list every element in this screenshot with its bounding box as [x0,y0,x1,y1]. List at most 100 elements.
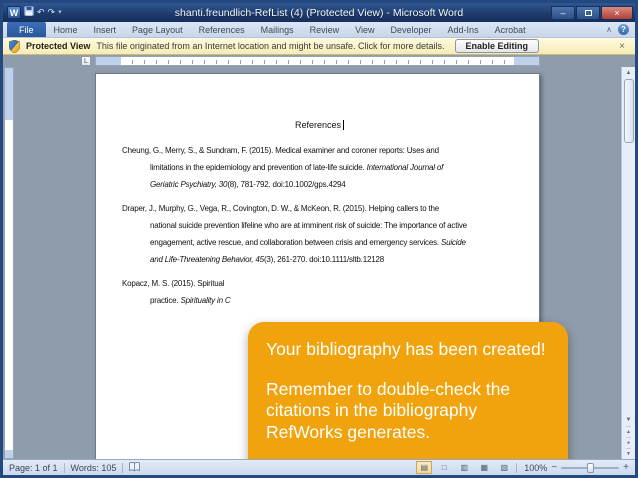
status-separator [122,462,124,473]
zoom-level[interactable]: 100% [521,463,547,473]
tab-add-ins[interactable]: Add-Ins [440,22,487,37]
zoom-slider[interactable] [561,462,620,473]
word-window: W ↶ ↷ ▾ shanti.freundlich-RefList (4) (P… [0,0,638,478]
maximize-icon [584,9,592,16]
tab-home[interactable]: Home [46,22,86,37]
reference-line: and Life-Threatening Behavior, 45(3), 26… [122,251,517,268]
vertical-scrollbar[interactable]: ▲ ▼ ▲ ● ▼ [621,67,635,459]
save-icon[interactable] [24,5,34,20]
reference-line: Draper, J., Murphy, G., Vega, R., Coving… [122,200,517,217]
fullscreen-reading-view-icon[interactable]: □ [436,461,452,474]
heading-text: References [294,120,342,130]
next-page-icon[interactable]: ▼ [625,448,632,459]
message-bar-close-icon[interactable]: × [615,41,629,52]
undo-icon[interactable]: ↶ [37,6,45,19]
tab-acrobat[interactable]: Acrobat [487,22,534,37]
reference-line: engagement, active rescue, and collabora… [122,234,517,251]
reference-line: national suicide prevention lifeline who… [122,217,517,234]
select-browse-object-icon[interactable]: ● [625,437,632,448]
outline-view-icon[interactable]: ▦ [476,461,492,474]
text-cursor [343,120,345,130]
quick-access-toolbar: W ↶ ↷ ▾ [3,5,62,20]
word-count[interactable]: Words: 105 [71,463,117,473]
zoom-slider-thumb[interactable] [587,462,595,473]
ref-text: engagement, active rescue, and collabora… [150,238,441,247]
ref-text-italic: and Life-Threatening Behavior, 45 [150,255,264,264]
tab-insert[interactable]: Insert [86,22,125,37]
horizontal-ruler[interactable] [95,56,540,66]
horizontal-ruler-text-area [121,57,514,65]
tab-references[interactable]: References [191,22,253,37]
ref-text-italic: International Journal of [366,163,444,172]
ref-text-italic: Geriatric Psychiatry, 30 [150,180,228,189]
ref-text: Kopacz, M. S. (2015). Spiritual [122,279,225,288]
ref-text: practice. [150,296,181,305]
window-controls: – × [551,5,635,20]
reference-line: Geriatric Psychiatry, 30(8), 781-792. do… [122,176,517,193]
status-bar-right: ▤ □ ▥ ▦ ▧ 100% − + [416,461,629,474]
zoom-in-icon[interactable]: + [623,462,629,473]
bibliography-callout: Your bibliography has been created! Reme… [248,322,568,459]
status-separator [63,462,65,473]
qat-dropdown-icon[interactable]: ▾ [58,6,62,19]
tab-review[interactable]: Review [302,22,348,37]
scroll-up-icon[interactable]: ▲ [626,67,632,79]
reference-line: Kopacz, M. S. (2015). Spiritual [122,275,517,292]
status-bar: Page: 1 of 1 Words: 105 ▤ □ ▥ ▦ ▧ 100% −… [3,459,635,475]
print-layout-view-icon[interactable]: ▤ [416,461,433,474]
web-layout-view-icon[interactable]: ▥ [456,461,472,474]
window-title: shanti.freundlich-RefList (4) (Protected… [174,6,464,19]
proofing-status-icon[interactable] [129,461,141,474]
zoom-out-icon[interactable]: − [551,462,557,473]
ref-text: limitations in the epidemiology and prev… [150,163,367,172]
close-button[interactable]: × [601,5,633,20]
protected-view-bar: Protected View This file originated from… [3,38,635,55]
vertical-ruler-text-area [5,120,13,450]
draft-view-icon[interactable]: ▧ [496,461,512,474]
document-area: References Cheung, G., Merry, S., & Sund… [3,67,635,459]
word-app-icon[interactable]: W [7,6,21,19]
scrollbar-bottom-controls: ▼ ▲ ● ▼ [625,414,632,459]
shield-icon [9,39,20,53]
vertical-ruler[interactable] [4,67,14,459]
protected-view-label: Protected View [26,41,91,51]
ref-text-italic: Suicide [440,238,466,247]
callout-text-line-1: Your bibliography has been created! [266,339,546,359]
ref-text: (3), 261-270. doi:10.1111/sltb.12128 [263,255,384,264]
minimize-button[interactable]: – [551,5,575,20]
ref-text: Draper, J., Murphy, G., Vega, R., Coving… [122,204,439,213]
ribbon-tab-bar: File Home Insert Page Layout References … [3,22,635,38]
ref-text-italic: Spirituality in C [180,296,231,305]
ruler-row: L [3,55,635,67]
protected-view-message: This file originated from an Internet lo… [96,41,445,51]
reference-entry-cheung: Cheung, G., Merry, S., & Sundram, F. (20… [122,142,517,193]
reference-entry-kopacz: Kopacz, M. S. (2015). Spiritual practice… [122,275,517,309]
maximize-button[interactable] [576,5,600,20]
scroll-down-icon[interactable]: ▼ [626,414,632,426]
title-bar: W ↶ ↷ ▾ shanti.freundlich-RefList (4) (P… [3,3,635,22]
reference-entry-draper: Draper, J., Murphy, G., Vega, R., Coving… [122,200,517,268]
tab-stop-selector[interactable]: L [81,56,91,66]
scrollbar-thumb[interactable] [623,79,634,143]
reference-line: limitations in the epidemiology and prev… [122,159,517,176]
tab-file[interactable]: File [7,22,46,37]
tab-developer[interactable]: Developer [383,22,440,37]
minimize-ribbon-icon[interactable]: ∧ [606,25,612,34]
tab-view[interactable]: View [347,22,382,37]
reference-line: Cheung, G., Merry, S., & Sundram, F. (20… [122,142,517,159]
page-indicator[interactable]: Page: 1 of 1 [9,463,58,473]
ref-text: (8), 781-792. doi:10.1002/gps.4294 [227,180,346,189]
ref-text: Cheung, G., Merry, S., & Sundram, F. (20… [122,146,439,155]
callout-text-line-2: Remember to double-check the citations i… [266,378,511,443]
reference-line: practice. Spirituality in C [122,292,517,309]
tab-page-layout[interactable]: Page Layout [124,22,191,37]
redo-icon[interactable]: ↷ [48,6,56,19]
help-icon[interactable]: ? [618,24,629,35]
floppy-icon [24,5,34,16]
tab-mailings[interactable]: Mailings [253,22,302,37]
ref-text: national suicide prevention lifeline who… [150,221,467,230]
previous-page-icon[interactable]: ▲ [625,426,632,437]
document-heading: References [122,120,517,130]
enable-editing-button[interactable]: Enable Editing [454,39,540,53]
status-separator [516,462,518,473]
